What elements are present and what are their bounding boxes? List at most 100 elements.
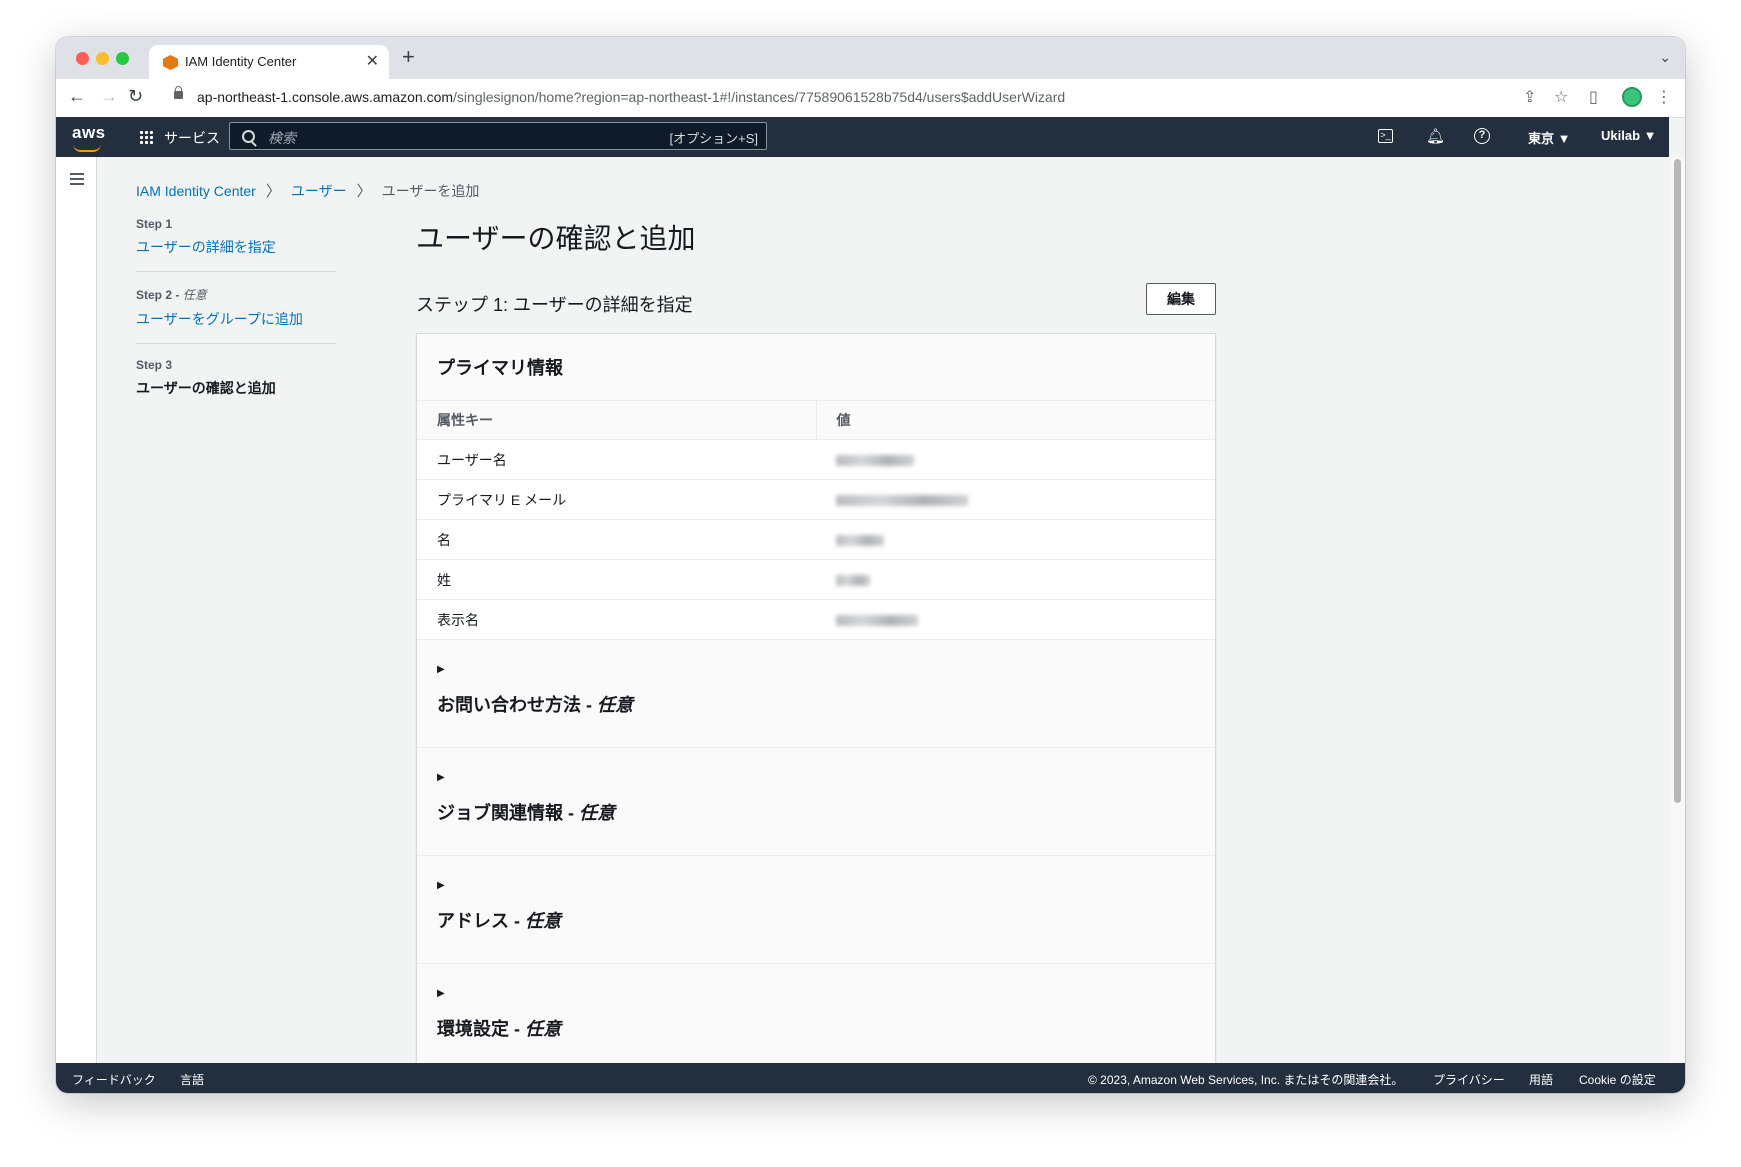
- browser-window: IAM Identity Center ✕ + ⌄ ← → ↻ ap-north…: [56, 37, 1685, 1093]
- attribute-value: [816, 439, 1215, 480]
- breadcrumb: IAM Identity Center 〉ユーザー〉ユーザーを追加: [136, 180, 479, 201]
- privacy-link[interactable]: プライバシー: [1433, 1071, 1505, 1088]
- minimize-window-button[interactable]: [96, 52, 109, 65]
- attribute-key: ユーザー名: [417, 439, 816, 480]
- url-path: /singlesignon/home?region=ap-northeast-1…: [453, 89, 1066, 105]
- attribute-value: [816, 559, 1215, 600]
- edit-button[interactable]: 編集: [1146, 283, 1216, 315]
- section-header: ステップ 1: ユーザーの詳細を指定 編集: [416, 279, 1216, 319]
- attribute-key: プライマリ E メール: [417, 479, 816, 520]
- wizard-step-1: Step 1 ユーザーの詳細を指定: [136, 217, 336, 272]
- step-1-link[interactable]: ユーザーの詳細を指定: [136, 237, 336, 257]
- attribute-key: 名: [417, 519, 816, 560]
- console-search[interactable]: [オプション+S]: [229, 122, 767, 150]
- close-tab-icon[interactable]: ✕: [366, 51, 379, 71]
- section-title: ステップ 1: ユーザーの詳細を指定: [416, 295, 693, 315]
- column-header-value: 値: [815, 401, 1215, 440]
- iam-favicon-icon: [163, 55, 178, 70]
- search-shortcut-hint: [オプション+S]: [669, 131, 759, 146]
- help-icon[interactable]: ?: [1474, 128, 1490, 144]
- step-number: Step 3: [136, 358, 173, 372]
- cookie-settings-link[interactable]: Cookie の設定: [1579, 1071, 1656, 1088]
- caret-right-icon[interactable]: ▶: [437, 664, 1195, 675]
- caret-right-icon[interactable]: ▶: [437, 880, 1195, 891]
- new-tab-icon[interactable]: +: [402, 44, 415, 70]
- breadcrumb-chevron-icon: 〉: [265, 183, 281, 200]
- primary-info-header: プライマリ情報: [417, 334, 1215, 401]
- step-3-current: ユーザーの確認と追加: [136, 380, 276, 396]
- browser-menu-icon[interactable]: ⋮: [1656, 87, 1672, 107]
- expander-job[interactable]: ▶ ジョブ関連情報 - 任意: [417, 748, 1215, 856]
- table-row: ユーザー名: [417, 439, 1215, 480]
- reload-icon[interactable]: ↻: [128, 86, 143, 107]
- breadcrumb-chevron-icon: 〉: [356, 183, 372, 200]
- expander-title[interactable]: アドレス - 任意: [437, 907, 1195, 933]
- step-number: Step 2 - 任意: [136, 288, 207, 302]
- browser-tab[interactable]: IAM Identity Center ✕: [149, 45, 389, 79]
- account-menu[interactable]: Ukilab ▼: [1601, 128, 1657, 143]
- wizard-step-2: Step 2 - 任意 ユーザーをグループに追加: [136, 286, 336, 344]
- table-row: 表示名: [417, 599, 1215, 640]
- attribute-value: [816, 479, 1215, 520]
- caret-right-icon[interactable]: ▶: [437, 988, 1195, 999]
- terms-link[interactable]: 用語: [1529, 1071, 1553, 1088]
- back-arrow-icon[interactable]: ←: [68, 86, 86, 107]
- profile-avatar-icon[interactable]: [1622, 87, 1642, 107]
- console-footer: フィードバック 言語 © 2023, Amazon Web Services, …: [56, 1063, 1685, 1093]
- attributes-table: 属性キー 値 ユーザー名 プライマリ E メール 名 姓 表示名: [417, 401, 1215, 640]
- aws-smile-icon: [73, 144, 101, 152]
- forward-arrow-icon[interactable]: →: [100, 86, 118, 107]
- breadcrumb-iam-identity-center[interactable]: IAM Identity Center: [136, 183, 256, 199]
- caret-right-icon[interactable]: ▶: [437, 772, 1195, 783]
- address-bar[interactable]: ap-northeast-1.console.aws.amazon.com/si…: [197, 89, 1065, 105]
- cloudshell-icon[interactable]: >_: [1378, 129, 1393, 143]
- bookmark-star-icon[interactable]: ☆: [1554, 87, 1568, 107]
- optional-label: 任意: [182, 288, 207, 302]
- breadcrumb-users[interactable]: ユーザー: [291, 183, 347, 199]
- attribute-value: [816, 599, 1215, 640]
- tab-search-chevron-icon[interactable]: ⌄: [1659, 49, 1671, 66]
- redacted-value: [836, 495, 968, 507]
- expander-title[interactable]: お問い合わせ方法 - 任意: [437, 691, 1195, 717]
- search-input[interactable]: [266, 127, 630, 149]
- services-menu[interactable]: サービス: [164, 128, 220, 148]
- region-selector[interactable]: 東京 ▼: [1528, 128, 1570, 147]
- main-content: ユーザーの確認と追加 ステップ 1: ユーザーの詳細を指定 編集 プライマリ情報…: [416, 217, 1216, 1072]
- language-link[interactable]: 言語: [180, 1071, 204, 1088]
- table-row: 姓: [417, 559, 1215, 600]
- share-icon[interactable]: ⇪: [1523, 87, 1536, 107]
- wizard-step-3: Step 3 ユーザーの確認と追加: [136, 358, 336, 412]
- expander-preferences[interactable]: ▶ 環境設定 - 任意: [417, 964, 1215, 1071]
- side-panel-icon[interactable]: ▯: [1589, 87, 1598, 107]
- step-number: Step 1: [136, 217, 173, 231]
- attribute-key: 表示名: [417, 599, 816, 640]
- redacted-value: [836, 575, 870, 587]
- scrollbar-thumb[interactable]: [1674, 159, 1681, 803]
- expander-title[interactable]: ジョブ関連情報 - 任意: [437, 799, 1195, 825]
- tab-strip: IAM Identity Center ✕ + ⌄: [56, 37, 1685, 79]
- page-scrollbar[interactable]: [1670, 157, 1685, 1063]
- aws-logo[interactable]: aws: [72, 123, 106, 143]
- step-2-link[interactable]: ユーザーをグループに追加: [136, 309, 336, 329]
- search-icon: [242, 130, 255, 143]
- attribute-key: 姓: [417, 559, 816, 600]
- lock-icon[interactable]: [174, 86, 183, 99]
- table-row: 名: [417, 519, 1215, 560]
- url-host: ap-northeast-1.console.aws.amazon.com: [197, 89, 454, 105]
- close-window-button[interactable]: [76, 52, 89, 65]
- attribute-value: [816, 519, 1215, 560]
- wizard-steps: Step 1 ユーザーの詳細を指定 Step 2 - 任意 ユーザーをグループに…: [136, 217, 336, 426]
- table-row: プライマリ E メール: [417, 479, 1215, 520]
- expander-address[interactable]: ▶ アドレス - 任意: [417, 856, 1215, 964]
- browser-toolbar: ← → ↻ ap-northeast-1.console.aws.amazon.…: [56, 79, 1685, 118]
- side-navigation-rail: [56, 157, 97, 1073]
- page-title: ユーザーの確認と追加: [416, 223, 696, 254]
- zoom-window-button[interactable]: [116, 52, 129, 65]
- expander-contact[interactable]: ▶ お問い合わせ方法 - 任意: [417, 640, 1215, 748]
- redacted-value: [836, 455, 914, 467]
- feedback-link[interactable]: フィードバック: [72, 1071, 156, 1088]
- services-grid-icon[interactable]: [139, 130, 153, 144]
- hamburger-menu-icon[interactable]: [70, 173, 84, 185]
- expander-title[interactable]: 環境設定 - 任意: [437, 1015, 1195, 1041]
- notifications-bell-icon[interactable]: 🔔︎: [1426, 127, 1445, 145]
